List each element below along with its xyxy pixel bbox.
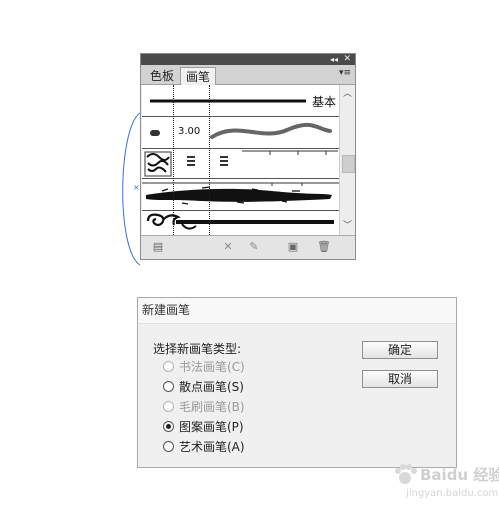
- brush-row-pattern[interactable]: [142, 149, 339, 179]
- basic-stroke-preview: [150, 99, 306, 103]
- panel-tabs: 色板 画笔 ▾≡: [141, 65, 355, 86]
- paw-logo-icon: [395, 464, 417, 484]
- brush-list: 基本 3.00: [142, 85, 339, 235]
- tile-divider: [209, 85, 210, 235]
- chevron-down-icon[interactable]: ﹀: [340, 219, 355, 233]
- brush-row-calligraphic[interactable]: 3.00: [142, 117, 339, 149]
- radio-pattern[interactable]: [163, 421, 174, 432]
- brush-type-prompt: 选择新画笔类型:: [153, 342, 242, 356]
- dialog-title: 新建画笔: [138, 298, 456, 324]
- watermark: Baidu 经验 jingyan.baidu.com: [392, 462, 499, 508]
- radio-bristle: [163, 401, 174, 412]
- ornament-stroke-preview: [146, 213, 334, 230]
- svg-text:×: ×: [133, 183, 140, 192]
- panel-scrollbar[interactable]: ︿ ﹀: [339, 85, 355, 235]
- chevron-up-icon[interactable]: ︿: [340, 87, 355, 101]
- radio-calligraphic: [163, 361, 174, 372]
- new-brush-dialog: 新建画笔 选择新画笔类型: 书法画笔(C) 散点画笔(S) 毛刷画笔(B) 图案…: [137, 297, 457, 468]
- remove-brush-stroke-icon[interactable]: ✕: [221, 240, 235, 254]
- calligraphic-stroke-preview: [150, 122, 332, 139]
- watermark-text: Baidu 经验: [420, 466, 499, 484]
- brush-options-icon[interactable]: ✎: [247, 240, 261, 254]
- calligraphic-size-value: 3.00: [178, 126, 201, 137]
- brush-library-icon[interactable]: ▤: [151, 240, 165, 254]
- tile-divider: [173, 85, 174, 235]
- ok-button[interactable]: 确定: [362, 341, 438, 359]
- tab-swatches[interactable]: 色板: [145, 67, 179, 85]
- new-brush-icon[interactable]: ▣: [286, 240, 300, 254]
- brush-row-basic[interactable]: 基本: [142, 85, 339, 117]
- panel-footer: ▤ ✕ ✎ ▣ 🗑: [141, 235, 355, 259]
- cancel-button[interactable]: 取消: [362, 370, 438, 388]
- double-chevron-left-icon[interactable]: ◂◂: [330, 54, 338, 65]
- option-label: 图案画笔(P): [179, 420, 244, 434]
- scrollbar-thumb[interactable]: [342, 155, 355, 173]
- basic-brush-label: 基本: [312, 95, 337, 109]
- charcoal-stroke-preview: [142, 182, 339, 205]
- watermark-url: jingyan.baidu.com: [406, 488, 499, 499]
- option-label: 毛刷画笔(B): [179, 400, 245, 414]
- brush-row-charcoal[interactable]: [142, 179, 339, 211]
- brush-row-ornament[interactable]: [142, 211, 339, 235]
- option-label: 散点画笔(S): [179, 380, 244, 394]
- radio-scatter[interactable]: [163, 381, 174, 392]
- close-icon[interactable]: ✕: [343, 54, 351, 65]
- option-label: 艺术画笔(A): [179, 440, 245, 454]
- tab-brushes[interactable]: 画笔: [180, 67, 217, 86]
- radio-art[interactable]: [163, 441, 174, 452]
- calligraphic-brush-icon: [150, 130, 160, 136]
- trash-icon[interactable]: 🗑: [317, 240, 331, 254]
- panel-titlebar[interactable]: ◂◂ ✕: [141, 54, 355, 65]
- brushes-panel: ◂◂ ✕ 色板 画笔 ▾≡ 基本 3.00 ︿ ﹀ ▤ ✕ ✎ ▣ 🗑: [140, 53, 356, 260]
- option-label: 书法画笔(C): [179, 360, 245, 374]
- panel-menu-icon[interactable]: ▾≡: [339, 68, 351, 78]
- pattern-tiles-preview: [144, 150, 338, 177]
